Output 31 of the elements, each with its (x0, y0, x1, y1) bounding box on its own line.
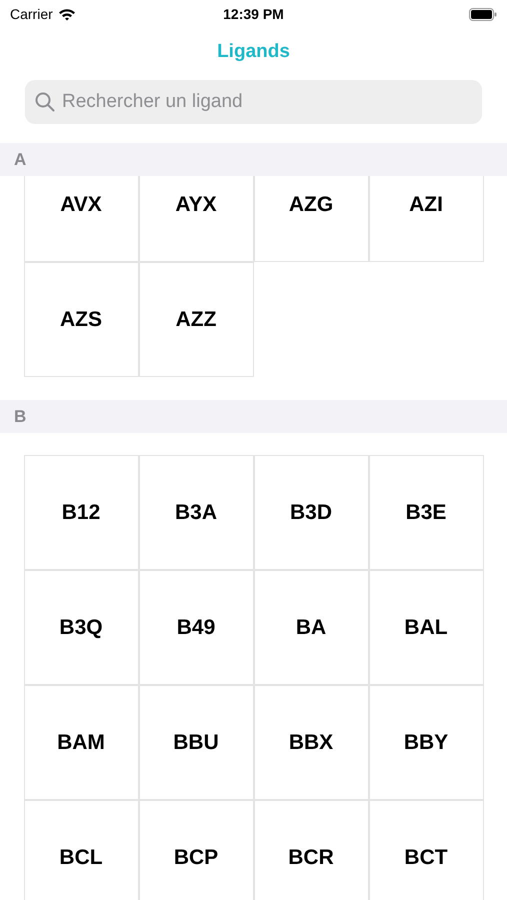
ligand-tile[interactable]: B3A (138, 455, 254, 570)
search-icon (35, 92, 55, 112)
screen-title: Ligands (217, 40, 290, 64)
section-letter: B (14, 406, 26, 428)
search-field[interactable]: Rechercher un ligand (25, 80, 482, 124)
ligand-tile[interactable]: AZI (368, 176, 484, 262)
ligand-tile[interactable]: BAL (368, 570, 484, 685)
ligand-tile[interactable]: B3E (368, 455, 484, 570)
ligand-tile[interactable]: BBU (138, 685, 254, 800)
ligand-tile[interactable]: BAM (24, 685, 138, 800)
section-letter: A (14, 148, 26, 171)
ligand-tile[interactable]: BBX (254, 685, 368, 800)
battery-icon (469, 8, 497, 20)
ligand-tile[interactable]: AYX (138, 176, 254, 262)
ligand-tile[interactable]: BA (254, 570, 368, 685)
ligand-tile[interactable]: BCR (254, 800, 368, 900)
ligand-tile[interactable]: AZS (24, 262, 138, 377)
ligand-tile[interactable]: AVX (24, 176, 138, 262)
carrier-label: Carrier (10, 4, 53, 24)
wifi-icon (58, 8, 76, 20)
ligand-tile[interactable]: B3Q (24, 570, 138, 685)
ligand-tile[interactable]: BCT (368, 800, 484, 900)
ligand-tile[interactable]: B3D (254, 455, 368, 570)
ligand-tile[interactable]: AZG (254, 176, 368, 262)
ligand-tile[interactable]: B12 (24, 455, 138, 570)
ligand-tile[interactable]: BCL (24, 800, 138, 900)
clock-time: 12:39 PM (223, 4, 284, 24)
ligand-tile[interactable]: BBY (368, 685, 484, 800)
ligand-tile[interactable]: AZZ (138, 262, 254, 377)
ligand-tile[interactable]: BCP (138, 800, 254, 900)
ligand-tile[interactable]: B49 (138, 570, 254, 685)
